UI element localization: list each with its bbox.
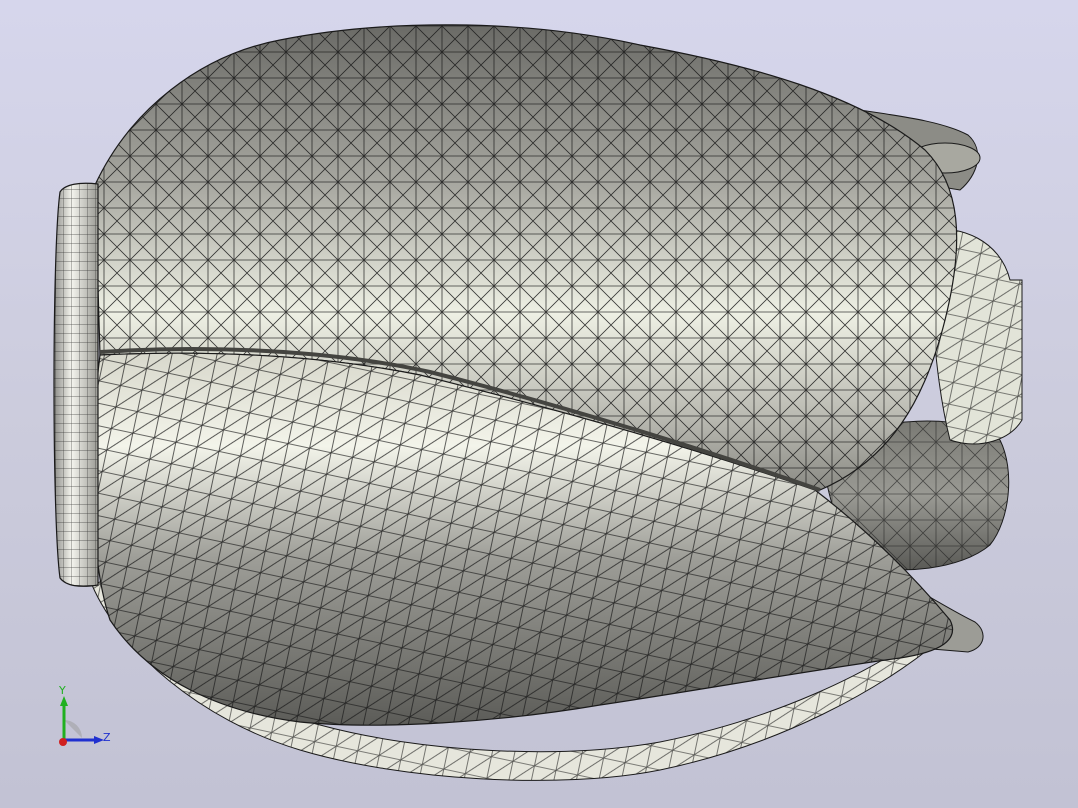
x-axis-dot xyxy=(59,738,67,746)
triad-arc xyxy=(64,720,82,738)
orientation-triad: Y Z xyxy=(48,684,118,754)
y-axis-arrowhead xyxy=(60,696,68,706)
y-axis-label: Y xyxy=(59,684,66,697)
3d-viewport[interactable]: Y Z xyxy=(0,0,1078,808)
mesh-model[interactable] xyxy=(0,0,1078,808)
z-axis-label: Z xyxy=(103,731,111,744)
